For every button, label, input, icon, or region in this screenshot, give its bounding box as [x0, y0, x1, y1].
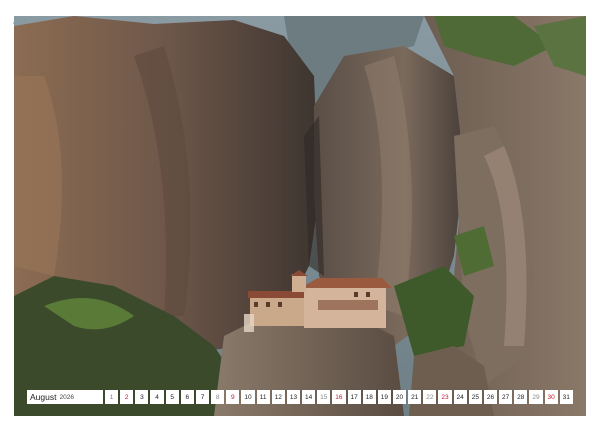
- year-label: 2026: [59, 393, 74, 401]
- day-cell: 16: [332, 390, 346, 404]
- day-cell: 18: [362, 390, 376, 404]
- day-cell: 31: [559, 390, 573, 404]
- day-cell: 28: [514, 390, 528, 404]
- month-name: August: [30, 392, 57, 402]
- calendar-strip: August 2026 1 2 3 4 5 6 7 8 9 10 11 12 13 14 15 16 17 18 1…: [27, 390, 573, 404]
- day-cell: 4: [150, 390, 164, 404]
- day-cell: 22: [423, 390, 437, 404]
- day-cell: 5: [165, 390, 179, 404]
- month-label-box: August 2026: [27, 390, 103, 404]
- day-cell: 17: [347, 390, 361, 404]
- calendar-photo: [14, 16, 586, 416]
- day-cell: 24: [453, 390, 467, 404]
- day-cell: 11: [256, 390, 270, 404]
- day-cell: 12: [271, 390, 285, 404]
- day-cells: 1 2 3 4 5 6 7 8 9 10 11 12 13 14 15 16 17 18 19 20 21 22 23 24 2…: [105, 390, 573, 404]
- day-cell: 29: [529, 390, 543, 404]
- day-cell: 30: [544, 390, 558, 404]
- day-cell: 21: [408, 390, 422, 404]
- day-cell: 26: [483, 390, 498, 404]
- day-cell: 20: [392, 390, 407, 404]
- day-cell: 8: [211, 390, 225, 404]
- day-cell: 15: [317, 390, 331, 404]
- day-cell: 13: [286, 390, 301, 404]
- day-cell: 2: [120, 390, 134, 404]
- day-cell: 10: [241, 390, 255, 404]
- day-cell: 9: [226, 390, 240, 404]
- day-cell: 25: [468, 390, 482, 404]
- day-cell: 19: [377, 390, 391, 404]
- day-cell: 3: [135, 390, 149, 404]
- day-cell: 27: [499, 390, 513, 404]
- day-cell: 7: [195, 390, 210, 404]
- day-cell: 23: [438, 390, 452, 404]
- day-cell: 1: [105, 390, 119, 404]
- day-cell: 6: [180, 390, 194, 404]
- day-cell: 14: [302, 390, 316, 404]
